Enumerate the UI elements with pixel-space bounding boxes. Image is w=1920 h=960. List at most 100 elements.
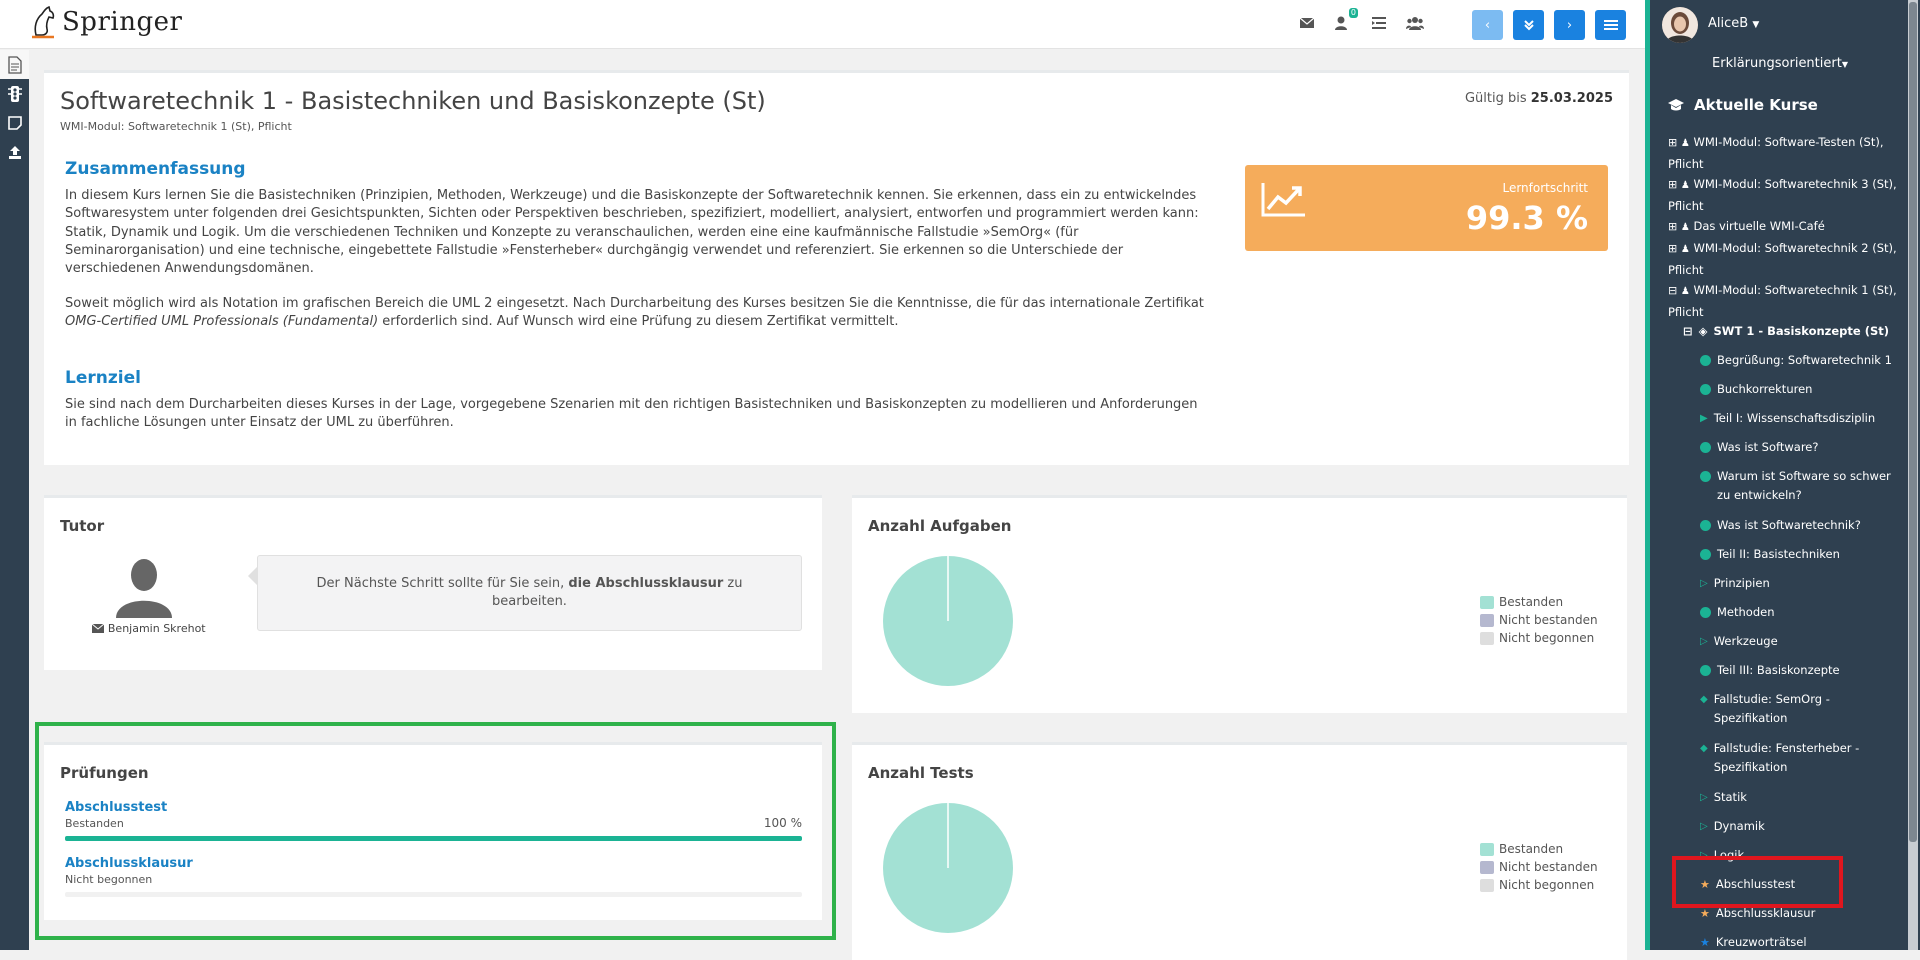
course-tree-item[interactable]: ⊞ ♟ WMI-Modul: Software-Testen (St), Pfli… [1668, 132, 1910, 174]
course-tree-label: Das virtuelle WMI-Café [1693, 219, 1825, 233]
tutor-avatar-icon [116, 559, 172, 618]
scrollbar-thumb[interactable] [1909, 2, 1917, 842]
document-tool[interactable] [0, 50, 29, 79]
users-icon: ♟ [1680, 286, 1690, 297]
chapter-label: Werkzeuge [1713, 634, 1778, 648]
chapter-label: Abschlussklausur [1715, 906, 1816, 920]
previous-button[interactable]: ‹ [1472, 10, 1503, 40]
chapter-item[interactable]: Begrüßung: Softwaretechnik 1 [1700, 351, 1910, 370]
menu-button[interactable] [1595, 10, 1626, 40]
springer-logo[interactable]: Springer [28, 5, 182, 39]
caret-down-icon: ▼ [1752, 20, 1760, 30]
legend-item-not-started: Nicht begonnen [1480, 876, 1598, 894]
valid-until: Gültig bis 25.03.2025 [1465, 91, 1613, 106]
users-group-icon[interactable] [1406, 14, 1424, 32]
sidebar-scrollbar[interactable] [1908, 0, 1918, 950]
open-course-item[interactable]: ⊟ ◈ SWT 1 - Basiskonzepte (St) [1683, 322, 1889, 341]
valid-label: Gültig bis [1464, 91, 1527, 106]
chapter-item[interactable]: Methoden [1700, 603, 1910, 622]
expand-icon[interactable]: ⊞ [1668, 136, 1677, 149]
collapse-icon[interactable]: ⊟ [1683, 322, 1693, 341]
expand-icon[interactable]: ⊞ [1668, 220, 1677, 233]
course-tree-item[interactable]: ⊞ ♟ Das virtuelle WMI-Café [1668, 216, 1910, 238]
chapter-item[interactable]: ▷ Werkzeuge [1700, 632, 1910, 651]
legend-item-passed: Bestanden [1480, 593, 1598, 611]
chapter-label-2: Spezifikation [1713, 711, 1788, 725]
panel-top-border [44, 495, 822, 498]
top-icons: 0 [1298, 8, 1424, 32]
course-subtitle: WMI-Modul: Softwaretechnik 1 (St), Pflic… [60, 120, 292, 133]
progress-label: Lernfortschritt [1502, 181, 1588, 195]
chapter-item[interactable]: ▷ Dynamik [1700, 817, 1910, 836]
user-name-text: AliceB [1708, 16, 1749, 31]
chapter-item[interactable]: ▷ Prinzipien [1700, 574, 1910, 593]
jump-down-button[interactable] [1513, 10, 1544, 40]
tasks-chart-panel: Anzahl Aufgaben Bestanden Nicht bestande… [852, 495, 1627, 713]
goal-heading: Lernziel [65, 368, 141, 388]
mail-icon[interactable] [1298, 14, 1316, 32]
list-indent-icon[interactable] [1370, 14, 1388, 32]
course-tree-label-2: Pflicht [1668, 199, 1704, 213]
collapse-icon[interactable]: ⊟ [1668, 284, 1677, 297]
star-icon: ★ [1700, 936, 1710, 949]
chapter-item[interactable]: Warum ist Software so schwer zu entwickel… [1700, 467, 1910, 505]
chapter-item[interactable]: Buchkorrekturen [1700, 380, 1910, 399]
legend-swatch [1480, 860, 1494, 874]
chapter-item[interactable]: ★ Kreuzworträtsel [1700, 933, 1910, 952]
chapter-label: Methoden [1717, 605, 1775, 619]
users-icon: ♟ [1680, 180, 1690, 191]
course-panel: Softwaretechnik 1 - Basistechniken und B… [44, 70, 1629, 465]
course-tree-item[interactable]: ⊟ ♟ WMI-Modul: Softwaretechnik 1 (St), Pf… [1668, 280, 1910, 322]
chapter-item[interactable]: ◆ Fallstudie: SemOrg - Spezifikation [1700, 690, 1910, 728]
course-tree-label: WMI-Modul: Software-Testen (St), [1693, 135, 1884, 149]
mail-icon [92, 623, 105, 633]
user-menu[interactable]: AliceB ▼ [1650, 0, 1910, 50]
chapter-item[interactable]: Teil III: Basiskonzepte [1700, 661, 1910, 680]
panel-top-border [852, 742, 1627, 745]
tutor-panel: Tutor Benjamin Skrehot Der Nächste Schri… [44, 495, 822, 670]
course-tree-label-2: Pflicht [1668, 157, 1704, 171]
upload-tool[interactable] [0, 137, 29, 166]
chapter-label: Buchkorrekturen [1717, 382, 1813, 396]
chapter-item[interactable]: ▶ Teil I: Wissenschaftsdisziplin [1700, 409, 1910, 428]
tutor-name-link[interactable]: Benjamin Skrehot [84, 622, 214, 635]
summary-paragraph-1: In diesem Kurs lernen Sie die Basistechn… [65, 188, 1199, 277]
users-icon: ♟ [1680, 222, 1690, 233]
circle-icon [1700, 471, 1711, 482]
next-button[interactable]: › [1554, 10, 1585, 40]
expand-icon[interactable]: ⊞ [1668, 242, 1677, 255]
expand-icon[interactable]: ⊞ [1668, 178, 1677, 191]
mode-dropdown[interactable]: Erklärungsorientiert▼ [1650, 56, 1910, 71]
chapter-item[interactable]: ▷ Statik [1700, 788, 1910, 807]
navigation-buttons: ‹ › [1472, 10, 1626, 40]
chapter-item[interactable]: Was ist Softwaretechnik? [1700, 516, 1910, 535]
course-tree-label: WMI-Modul: Softwaretechnik 1 (St), [1693, 283, 1897, 297]
chapter-item[interactable]: Teil II: Basistechniken [1700, 545, 1910, 564]
chapter-label: Kreuzworträtsel [1715, 935, 1807, 949]
note-icon [7, 115, 22, 130]
chapter-item[interactable]: Was ist Software? [1700, 438, 1910, 457]
next-step-bubble: Der Nächste Schritt sollte für Sie sein,… [248, 555, 802, 631]
chapter-label: Dynamik [1713, 819, 1765, 833]
upload-icon [8, 145, 21, 159]
user-name: AliceB ▼ [1708, 16, 1759, 31]
chapter-label: Teil III: Basiskonzepte [1717, 663, 1840, 677]
circle-icon [1700, 442, 1711, 453]
user-notification-icon[interactable]: 0 [1334, 8, 1358, 32]
play-outline-icon: ▷ [1700, 821, 1708, 832]
chapter-label: Warum ist Software so schwer [1717, 469, 1891, 483]
traffic-light-tool[interactable] [0, 79, 29, 108]
note-tool[interactable] [0, 108, 29, 137]
legend-label: Nicht begonnen [1499, 878, 1595, 892]
chapter-item[interactable]: ◆ Fallstudie: Fensterheber - Spezifikation [1700, 739, 1910, 777]
chapter-label: Statik [1713, 790, 1747, 804]
course-tree-item[interactable]: ⊞ ♟ WMI-Modul: Softwaretechnik 3 (St), Pf… [1668, 174, 1910, 216]
summary-p2-text-b: erforderlich sind. Auf Wunsch wird eine … [378, 314, 899, 330]
document-icon [7, 55, 22, 74]
chapter-label-2: zu entwickeln? [1717, 488, 1802, 502]
valid-date: 25.03.2025 [1530, 91, 1613, 106]
course-tree-item[interactable]: ⊞ ♟ WMI-Modul: Softwaretechnik 2 (St), Pf… [1668, 238, 1910, 280]
play-outline-icon: ▷ [1700, 792, 1708, 803]
chevron-left-icon: ‹ [1484, 17, 1491, 33]
legend-item-not-started: Nicht begonnen [1480, 629, 1598, 647]
